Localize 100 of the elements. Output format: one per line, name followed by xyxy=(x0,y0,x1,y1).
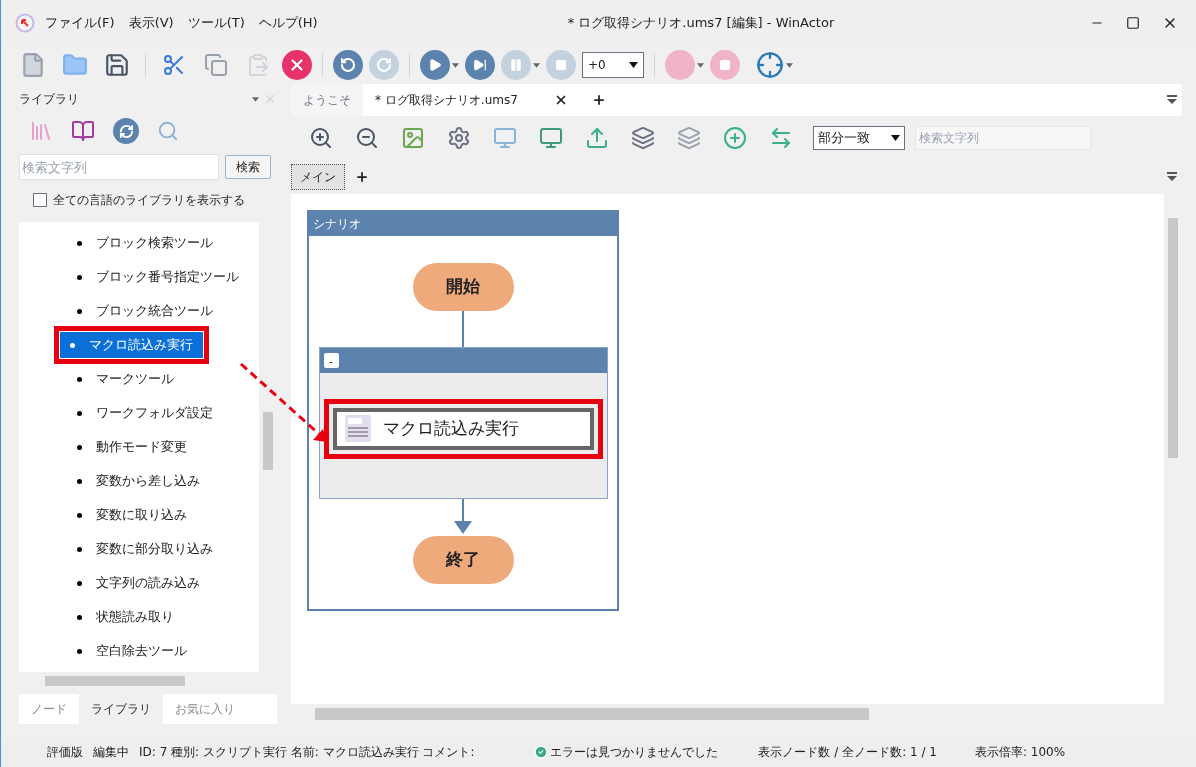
library-item[interactable]: 動作モード変更 xyxy=(71,434,197,460)
collapse-button[interactable]: - xyxy=(323,353,339,368)
undo-button[interactable] xyxy=(333,50,363,80)
plus-icon xyxy=(355,170,369,184)
add-tab-button[interactable] xyxy=(591,93,606,107)
redo-button[interactable] xyxy=(369,50,399,80)
redo-icon xyxy=(376,57,392,73)
pause-icon xyxy=(509,58,523,72)
scissors-icon xyxy=(162,53,186,77)
stop-button[interactable] xyxy=(546,50,576,80)
library-search-button[interactable] xyxy=(157,120,179,142)
menu-item[interactable]: ファイル(F) xyxy=(45,13,115,33)
library-item[interactable]: マクロ読込み実行 xyxy=(60,332,203,358)
check-circle-icon xyxy=(534,745,549,759)
node-info: ID: 7 種別: スクリプト実行 名前: マクロ読込み実行 コメント: xyxy=(139,744,475,761)
sheet-tab[interactable]: メイン xyxy=(291,164,345,190)
refresh-button[interactable] xyxy=(113,118,139,144)
file-icon xyxy=(20,52,46,78)
book-icon xyxy=(71,119,95,143)
library-item[interactable]: ブロック検索ツール xyxy=(71,230,223,256)
checkbox-label: 全ての言語のライブラリを表示する xyxy=(53,192,245,209)
caret-icon xyxy=(697,62,704,68)
double-arrow-icon xyxy=(769,126,793,150)
panel-menu-button[interactable] xyxy=(252,96,259,102)
copy-icon xyxy=(204,53,228,77)
search-icon xyxy=(157,120,179,142)
document-tab[interactable]: ようこそ xyxy=(291,84,363,116)
library-item[interactable]: 空白除去ツール xyxy=(71,638,197,664)
check-result: エラーは見つかりませんでした xyxy=(550,744,719,761)
layers-icon xyxy=(677,126,701,150)
stop-icon xyxy=(719,59,731,71)
image-icon xyxy=(401,126,425,150)
upload-icon xyxy=(585,126,609,150)
zoom-out-icon xyxy=(355,126,379,150)
skip-icon xyxy=(473,58,487,72)
caret-icon xyxy=(629,62,638,68)
refresh-icon xyxy=(118,123,134,139)
library-export-button[interactable] xyxy=(71,119,95,143)
window-title: * ログ取得シナリオ.ums7 [編集] - WinActor xyxy=(567,14,835,33)
caret-icon xyxy=(786,62,793,68)
monitor-icon xyxy=(539,126,563,150)
scenario-title: シナリオ xyxy=(309,212,617,236)
maximize-button[interactable] xyxy=(1126,16,1140,30)
mode-label: 編集中 xyxy=(93,744,129,761)
caret-icon xyxy=(252,96,259,102)
library-item[interactable]: ブロック番号指定ツール xyxy=(71,264,249,290)
panel-tab[interactable]: ライブラリ xyxy=(79,694,163,724)
panel-tab[interactable]: ノード xyxy=(19,694,79,724)
start-node[interactable]: 開始 xyxy=(412,263,514,311)
step-button[interactable] xyxy=(465,50,495,80)
library-item[interactable]: ワークフォルダ設定 xyxy=(71,400,223,426)
search-field[interactable]: 検索文字列 xyxy=(19,154,219,180)
monitor-icon xyxy=(493,126,517,150)
library-item[interactable]: 文字列の読み込み xyxy=(71,570,210,596)
caret-icon xyxy=(452,62,459,68)
sheet-menu-icon[interactable] xyxy=(1166,172,1178,182)
target-button[interactable] xyxy=(756,51,793,79)
diagram-search-field[interactable]: 検索文字列 xyxy=(915,126,1091,150)
panel-tab[interactable]: お気に入り xyxy=(163,694,247,724)
library-import-button[interactable] xyxy=(29,119,53,143)
menu-item[interactable]: ツール(T) xyxy=(187,13,245,33)
connector-arrow xyxy=(453,499,473,536)
library-item[interactable]: 変数に部分取り込み xyxy=(71,536,223,562)
search-button[interactable]: 検索 xyxy=(225,155,271,179)
menu-item[interactable]: ヘルプ(H) xyxy=(258,13,318,33)
node-count: 表示ノード数 / 全ノード数: 1 / 1 xyxy=(758,744,937,761)
zoom-in-icon xyxy=(309,126,333,150)
add-sheet-button[interactable] xyxy=(355,170,369,184)
layers-icon xyxy=(631,126,655,150)
checkbox[interactable] xyxy=(33,193,47,207)
save-icon xyxy=(104,52,130,78)
maximize-icon xyxy=(1126,16,1140,30)
library-item[interactable]: ブロック統合ツール xyxy=(71,298,223,324)
script-node[interactable]: マクロ読込み実行 xyxy=(332,408,594,450)
caret-icon xyxy=(533,62,540,68)
zoom-level: 表示倍率: 100% xyxy=(974,744,1066,761)
end-node[interactable]: 終了 xyxy=(412,536,514,584)
x-icon xyxy=(288,56,306,74)
close-icon xyxy=(263,92,277,106)
play-icon xyxy=(428,58,442,72)
crosshair-icon xyxy=(756,51,784,79)
gear-icon xyxy=(447,126,471,150)
run-button[interactable] xyxy=(420,50,459,80)
folder-icon xyxy=(62,52,88,78)
library-item[interactable]: 変数に取り込み xyxy=(71,502,197,528)
library-item[interactable]: 状態読み取り xyxy=(71,604,184,630)
record-stop-button[interactable] xyxy=(710,50,740,80)
tab-menu-icon[interactable] xyxy=(1166,95,1178,105)
panel-title: ライブラリ xyxy=(19,91,79,108)
record-button[interactable] xyxy=(665,50,704,80)
library-item[interactable]: マークツール xyxy=(71,366,184,392)
clipboard-icon xyxy=(246,53,270,77)
menu-item[interactable]: 表示(V) xyxy=(128,13,174,33)
books-icon xyxy=(29,119,53,143)
library-item[interactable]: 変数から差し込み xyxy=(71,468,210,494)
match-mode-dropdown[interactable]: 部分一致 xyxy=(813,126,905,150)
pause-button[interactable] xyxy=(501,50,540,80)
stop-icon xyxy=(555,59,567,71)
delete-button[interactable] xyxy=(282,50,312,80)
speed-dropdown[interactable]: +0 xyxy=(582,52,644,78)
